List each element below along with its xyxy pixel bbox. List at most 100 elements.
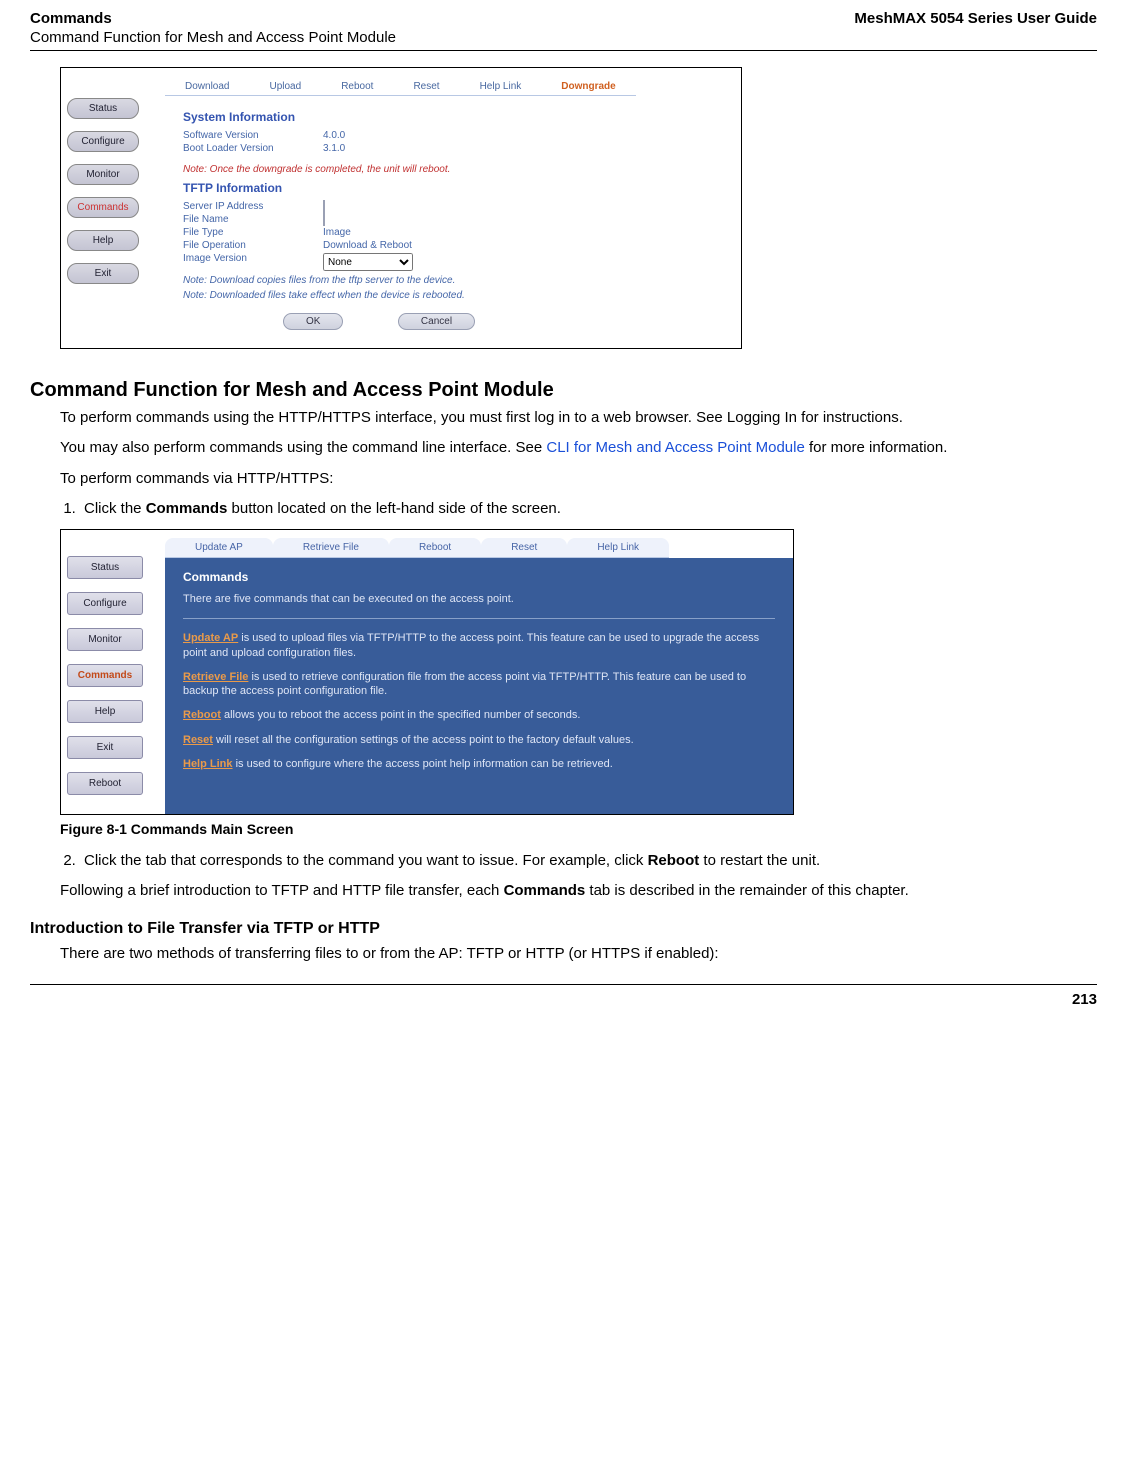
tftp-row-fileop: File Operation Download & Reboot xyxy=(183,240,723,251)
sysinfo-value: 4.0.0 xyxy=(323,130,345,141)
step1-b: Commands xyxy=(146,500,228,517)
screenshot2-sidebar: Status Configure Monitor Commands Help E… xyxy=(61,530,165,814)
header-left-top: Commands xyxy=(30,10,112,27)
cmd-text: is used to retrieve configuration file f… xyxy=(183,671,746,697)
section-heading-intro-tftp-http: Introduction to File Transfer via TFTP o… xyxy=(30,920,1097,938)
file-name-input[interactable] xyxy=(323,213,325,226)
side-btn-commands[interactable]: Commands xyxy=(67,197,139,218)
tab-downgrade[interactable]: Downgrade xyxy=(541,78,635,96)
tftp-row-filetype: File Type Image xyxy=(183,227,723,238)
cmd-item-retrieve: Retrieve File is used to retrieve config… xyxy=(183,670,775,699)
tab-update-ap[interactable]: Update AP xyxy=(165,538,273,558)
tftp-label: Server IP Address xyxy=(183,201,323,212)
divider xyxy=(183,618,775,619)
sysinfo-label: Software Version xyxy=(183,130,323,141)
tab-reboot-2[interactable]: Reboot xyxy=(389,538,481,558)
side2-btn-help[interactable]: Help xyxy=(67,700,143,723)
step2-b: Reboot xyxy=(648,852,700,869)
link-update-ap[interactable]: Update AP xyxy=(183,632,238,644)
screenshot1-main: Download Upload Reboot Reset Help Link D… xyxy=(165,68,741,348)
sysinfo-value: 3.1.0 xyxy=(323,143,345,154)
side2-btn-configure[interactable]: Configure xyxy=(67,592,143,615)
tftp-label: File Type xyxy=(183,227,323,238)
side-btn-exit[interactable]: Exit xyxy=(67,263,139,284)
commands-heading: Commands xyxy=(183,570,775,584)
tab-retrieve-file[interactable]: Retrieve File xyxy=(273,538,389,558)
header-right: MeshMAX 5054 Series User Guide xyxy=(854,10,1097,27)
tab-reboot[interactable]: Reboot xyxy=(321,78,393,96)
screenshot2-panel: Commands There are five commands that ca… xyxy=(165,558,793,795)
screenshot1-sidebar: Status Configure Monitor Commands Help E… xyxy=(61,68,165,348)
cmd-text: will reset all the configuration setting… xyxy=(213,734,634,746)
cancel-button[interactable]: Cancel xyxy=(398,313,475,330)
intro-p3: To perform commands via HTTP/HTTPS: xyxy=(60,469,1067,489)
tftp-value: Download & Reboot xyxy=(323,240,412,251)
cmd-item-update: Update AP is used to upload files via TF… xyxy=(183,631,775,660)
step-2: Click the tab that corresponds to the co… xyxy=(80,851,1067,871)
side2-btn-status[interactable]: Status xyxy=(67,556,143,579)
p4-c: tab is described in the remainder of thi… xyxy=(585,882,909,899)
link-reboot[interactable]: Reboot xyxy=(183,709,221,721)
tftp-http-p1: There are two methods of transferring fi… xyxy=(60,944,1067,964)
side2-btn-reboot[interactable]: Reboot xyxy=(67,772,143,795)
tab-upload[interactable]: Upload xyxy=(249,78,321,96)
sysinfo-title: System Information xyxy=(183,110,723,124)
side2-btn-monitor[interactable]: Monitor xyxy=(67,628,143,651)
tab-helplink[interactable]: Help Link xyxy=(460,78,542,96)
screenshot2-tabs: Update AP Retrieve File Reboot Reset Hel… xyxy=(165,530,793,558)
cmd-item-reboot: Reboot allows you to reboot the access p… xyxy=(183,708,775,722)
note-downgrade-reboot: Note: Once the downgrade is completed, t… xyxy=(183,164,723,175)
followup-paragraph: Following a brief introduction to TFTP a… xyxy=(60,881,1067,901)
screenshot1-tabs: Download Upload Reboot Reset Help Link D… xyxy=(165,68,741,96)
cmd-item-helplink: Help Link is used to configure where the… xyxy=(183,757,775,771)
tab-download[interactable]: Download xyxy=(165,78,249,96)
step-1: Click the Commands button located on the… xyxy=(80,499,1067,519)
tftp-row-filename: File Name xyxy=(183,214,723,225)
image-version-select[interactable]: None xyxy=(323,253,413,271)
server-ip-input[interactable] xyxy=(323,200,325,213)
header-left-sub: Command Function for Mesh and Access Poi… xyxy=(30,29,1097,46)
tab-helplink-2[interactable]: Help Link xyxy=(567,538,669,558)
header-rule xyxy=(30,50,1097,51)
cli-link[interactable]: CLI for Mesh and Access Point Module xyxy=(546,439,804,456)
side-btn-monitor[interactable]: Monitor xyxy=(67,164,139,185)
step1-a: Click the xyxy=(84,500,146,517)
tftp-row-imgver: Image Version None xyxy=(183,253,723,271)
page-number: 213 xyxy=(30,991,1097,1008)
intro-p2-b: for more information. xyxy=(805,439,948,456)
side-btn-status[interactable]: Status xyxy=(67,98,139,119)
link-reset[interactable]: Reset xyxy=(183,734,213,746)
sysinfo-row-boot: Boot Loader Version 3.1.0 xyxy=(183,143,723,154)
tftp-label: File Name xyxy=(183,214,323,225)
note-download-copy: Note: Download copies files from the tft… xyxy=(183,275,723,286)
tftp-value: Image xyxy=(323,227,351,238)
commands-intro: There are five commands that can be exec… xyxy=(183,592,775,606)
sysinfo-row-software: Software Version 4.0.0 xyxy=(183,130,723,141)
figure-caption-8-1: Figure 8-1 Commands Main Screen xyxy=(60,821,1097,837)
screenshot1-panel: System Information Software Version 4.0.… xyxy=(165,96,741,348)
tftp-label: Image Version xyxy=(183,253,323,271)
cmd-text: is used to upload files via TFTP/HTTP to… xyxy=(183,632,759,658)
section-heading-command-function: Command Function for Mesh and Access Poi… xyxy=(30,379,1097,402)
cmd-text: is used to configure where the access po… xyxy=(233,758,613,770)
link-help-link[interactable]: Help Link xyxy=(183,758,233,770)
tab-reset[interactable]: Reset xyxy=(393,78,459,96)
intro-p1: To perform commands using the HTTP/HTTPS… xyxy=(60,408,1067,428)
intro-p2: You may also perform commands using the … xyxy=(60,438,1067,458)
step1-c: button located on the left-hand side of … xyxy=(227,500,561,517)
tftp-label: File Operation xyxy=(183,240,323,251)
ok-button[interactable]: OK xyxy=(283,313,343,330)
footer-rule xyxy=(30,984,1097,985)
intro-p2-a: You may also perform commands using the … xyxy=(60,439,546,456)
tftp-row-ip: Server IP Address xyxy=(183,201,723,212)
p4-b: Commands xyxy=(504,882,586,899)
tab-reset-2[interactable]: Reset xyxy=(481,538,567,558)
link-retrieve-file[interactable]: Retrieve File xyxy=(183,671,248,683)
screenshot-downgrade: Status Configure Monitor Commands Help E… xyxy=(60,67,742,349)
step2-c: to restart the unit. xyxy=(699,852,820,869)
side-btn-help[interactable]: Help xyxy=(67,230,139,251)
side-btn-configure[interactable]: Configure xyxy=(67,131,139,152)
note-download-effect: Note: Downloaded files take effect when … xyxy=(183,290,723,301)
side2-btn-exit[interactable]: Exit xyxy=(67,736,143,759)
side2-btn-commands[interactable]: Commands xyxy=(67,664,143,687)
